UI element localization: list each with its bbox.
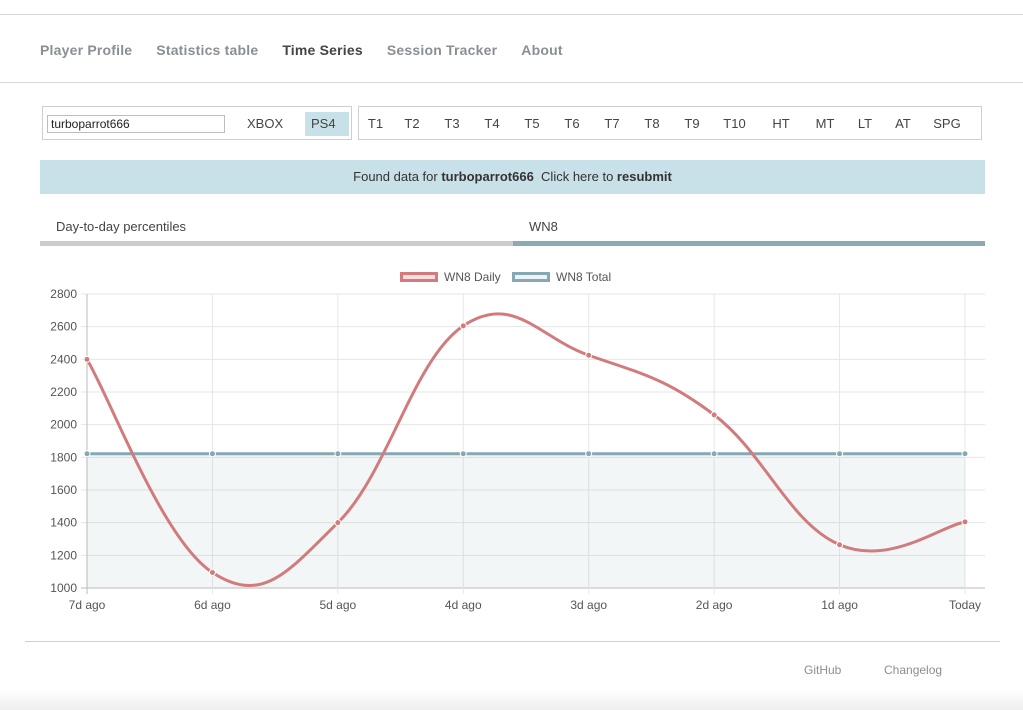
nav-session-tracker[interactable]: Session Tracker xyxy=(387,42,497,58)
wn8-daily-point xyxy=(585,351,593,359)
type-spg-filter[interactable]: SPG xyxy=(921,116,973,131)
tier-t6-filter[interactable]: T6 xyxy=(552,116,592,131)
banner-middle: Click here to xyxy=(541,169,614,184)
wn8-daily-point xyxy=(836,541,844,549)
y-tick-label: 1800 xyxy=(50,450,77,464)
tier-t10-filter[interactable]: T10 xyxy=(712,116,757,131)
x-tick-label: 2d ago xyxy=(696,598,733,612)
nav-statistics-table[interactable]: Statistics table xyxy=(156,42,258,58)
nav-time-series[interactable]: Time Series xyxy=(282,42,363,58)
type-mt-filter[interactable]: MT xyxy=(805,116,845,131)
legend-label: WN8 Total xyxy=(556,270,612,284)
tier-t8-filter[interactable]: T8 xyxy=(632,116,672,131)
wn8-daily-point xyxy=(961,518,969,526)
github-link[interactable]: GitHub xyxy=(804,663,841,677)
legend-label: WN8 Daily xyxy=(444,270,501,284)
nav-divider xyxy=(0,82,1023,83)
tier-t1-filter[interactable]: T1 xyxy=(359,116,392,131)
wn8-total-point xyxy=(836,450,844,458)
tab-label: Day-to-day percentiles xyxy=(56,219,187,234)
wn8-total-point xyxy=(459,450,467,458)
tier-t5-filter[interactable]: T5 xyxy=(512,116,552,131)
nav-about[interactable]: About xyxy=(521,42,562,58)
main-nav: Player Profile Statistics table Time Ser… xyxy=(40,42,563,58)
banner-player-name: turboparrot666 xyxy=(441,169,534,184)
x-tick-label: 3d ago xyxy=(570,598,607,612)
y-tick-label: 2400 xyxy=(50,352,77,366)
tier-t9-filter[interactable]: T9 xyxy=(672,116,712,131)
wn8-total-point xyxy=(710,450,718,458)
wn8-total-point xyxy=(961,450,969,458)
legend-item-wn8-total[interactable]: WN8 Total xyxy=(512,270,611,284)
tab-day-to-day-percentiles[interactable]: Day-to-day percentiles xyxy=(40,210,513,246)
wn8-daily-point xyxy=(83,355,91,363)
footer-divider xyxy=(25,641,1000,642)
x-tick-label: Today xyxy=(949,598,981,612)
tab-wn8[interactable]: WN8 xyxy=(513,210,985,246)
legend-item-wn8-daily[interactable]: WN8 Daily xyxy=(400,270,501,284)
platform-xbox-button[interactable]: XBOX xyxy=(241,112,289,136)
tier-t7-filter[interactable]: T7 xyxy=(592,116,632,131)
tier-t2-filter[interactable]: T2 xyxy=(392,116,432,131)
wn8-daily-point xyxy=(208,568,216,576)
platform-ps4-button[interactable]: PS4 xyxy=(305,112,349,136)
y-tick-label: 2600 xyxy=(50,320,77,334)
top-rule xyxy=(0,14,1023,15)
wn8-total-point xyxy=(334,450,342,458)
tier-t4-filter[interactable]: T4 xyxy=(472,116,512,131)
tier-t3-filter[interactable]: T3 xyxy=(432,116,472,131)
legend-swatch xyxy=(512,272,550,282)
banner-resubmit-link[interactable]: resubmit xyxy=(617,169,672,184)
y-tick-label: 2800 xyxy=(50,287,77,301)
tab-label: WN8 xyxy=(529,219,558,234)
y-tick-label: 1600 xyxy=(50,483,77,497)
wn8-line-chart: 1000 1200 1400 1600 1800 2000 2200 2400 2600 2800… xyxy=(50,287,985,612)
wn8-total-point xyxy=(83,450,91,458)
y-tick-label: 1200 xyxy=(50,548,77,562)
wn8-daily-point xyxy=(459,322,467,330)
wn8-total-point xyxy=(208,450,216,458)
banner-prefix: Found data for xyxy=(353,169,438,184)
x-tick-label: 4d ago xyxy=(445,598,482,612)
legend-swatch xyxy=(400,272,438,282)
player-search-box: XBOX PS4 xyxy=(42,106,352,140)
window-bottom-edge xyxy=(0,690,1023,710)
tier-filter-bar: T1 T2 T3 T4 T5 T6 T7 T8 T9 T10 HT MT LT … xyxy=(358,106,982,140)
wn8-total-point xyxy=(585,450,593,458)
type-at-filter[interactable]: AT xyxy=(885,116,921,131)
y-tick-label: 2200 xyxy=(50,385,77,399)
x-tick-label: 7d ago xyxy=(69,598,106,612)
y-tick-label: 1000 xyxy=(50,581,77,595)
y-tick-label: 2000 xyxy=(50,418,77,432)
x-tick-label: 5d ago xyxy=(320,598,357,612)
status-banner[interactable]: Found data for turboparrot666 Click here… xyxy=(40,160,985,194)
wn8-daily-point xyxy=(710,411,718,419)
changelog-link[interactable]: Changelog xyxy=(884,663,942,677)
wn8-daily-point xyxy=(334,519,342,527)
y-tick-label: 1400 xyxy=(50,516,77,530)
type-ht-filter[interactable]: HT xyxy=(757,116,805,131)
type-lt-filter[interactable]: LT xyxy=(845,116,885,131)
nav-player-profile[interactable]: Player Profile xyxy=(40,42,132,58)
x-tick-label: 6d ago xyxy=(194,598,231,612)
player-name-input[interactable] xyxy=(47,115,225,133)
wn8-total-area xyxy=(87,453,965,588)
x-tick-label: 1d ago xyxy=(821,598,858,612)
